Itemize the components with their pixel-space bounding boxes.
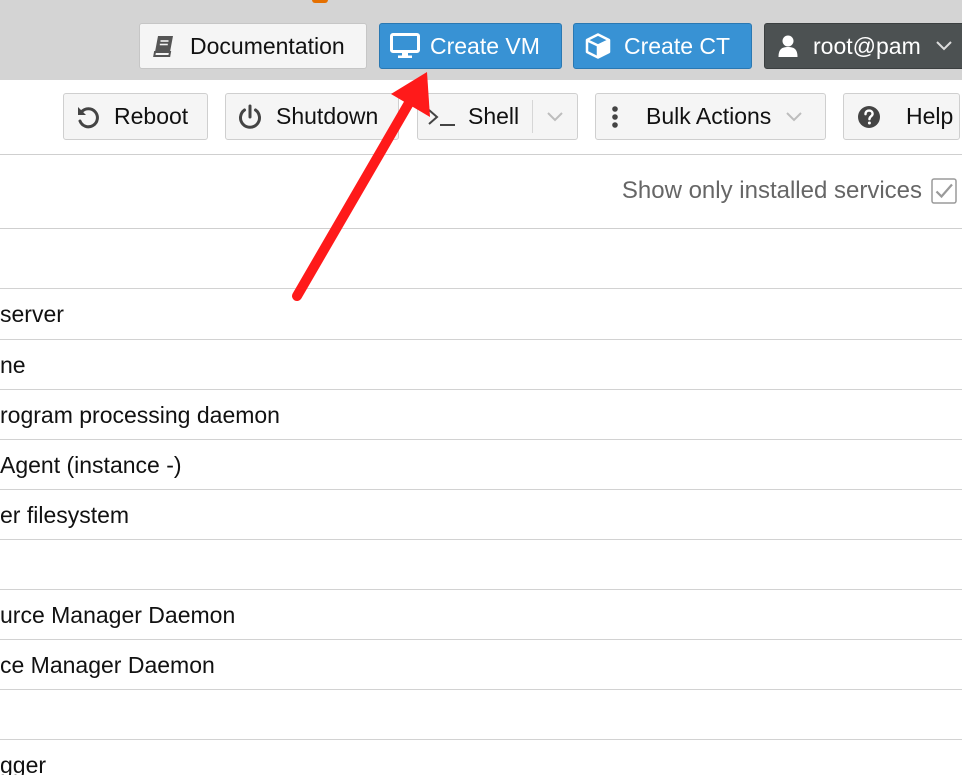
- service-row[interactable]: ce Manager Daemon: [0, 640, 962, 690]
- terminal-icon: [426, 106, 458, 128]
- reboot-button[interactable]: Reboot: [63, 93, 208, 140]
- shell-button[interactable]: Shell: [417, 93, 578, 140]
- power-icon: [236, 104, 264, 130]
- proxmox-node-services-page: Documentation Create VM Create CT root@p…: [0, 0, 962, 775]
- service-description: urce Manager Daemon: [0, 602, 236, 628]
- help-label: Help: [906, 103, 954, 129]
- service-row[interactable]: rogram processing daemon: [0, 390, 962, 440]
- cube-icon: [584, 33, 612, 59]
- service-row[interactable]: urce Manager Daemon: [0, 590, 962, 640]
- ellipsis-vertical-icon: [608, 105, 622, 129]
- question-circle-icon: [856, 105, 882, 129]
- service-row[interactable]: Agent (instance -): [0, 440, 962, 490]
- shutdown-label: Shutdown: [276, 103, 379, 129]
- documentation-label: Documentation: [190, 32, 345, 59]
- service-row[interactable]: ne: [0, 340, 962, 390]
- services-filter-row: Show only installed services: [0, 155, 962, 229]
- show-installed-checkbox[interactable]: [931, 178, 957, 204]
- bulk-actions-label: Bulk Actions: [646, 103, 772, 129]
- chevron-down-icon: [935, 40, 953, 52]
- header-accent-mark: [312, 0, 328, 3]
- node-toolbar: Reboot Shutdown Shell Bulk Actions Help: [0, 80, 962, 155]
- service-description: server: [0, 301, 64, 327]
- shell-dropdown-toggle[interactable]: [532, 100, 577, 133]
- chevron-down-icon: [785, 111, 803, 123]
- user-label: root@pam: [813, 32, 921, 59]
- user-menu-button[interactable]: root@pam: [764, 23, 962, 69]
- service-description: rogram processing daemon: [0, 402, 280, 428]
- service-row[interactable]: gger: [0, 740, 962, 775]
- service-row[interactable]: server: [0, 289, 962, 340]
- reboot-label: Reboot: [114, 103, 189, 129]
- help-button[interactable]: Help: [843, 93, 960, 140]
- create-vm-label: Create VM: [430, 32, 540, 59]
- book-icon: [150, 34, 178, 58]
- shell-label: Shell: [468, 103, 520, 129]
- service-description: gger: [0, 752, 47, 775]
- create-ct-button[interactable]: Create CT: [573, 23, 752, 69]
- documentation-button[interactable]: Documentation: [139, 23, 367, 69]
- create-vm-button[interactable]: Create VM: [379, 23, 562, 69]
- service-row[interactable]: [0, 690, 962, 740]
- user-icon: [777, 34, 799, 58]
- bulk-actions-button[interactable]: Bulk Actions: [595, 93, 826, 140]
- monitor-icon: [390, 33, 420, 59]
- service-description: ne: [0, 352, 26, 378]
- service-description: Agent (instance -): [0, 452, 182, 478]
- undo-icon: [74, 104, 102, 130]
- service-row[interactable]: er filesystem: [0, 490, 962, 540]
- show-installed-label: Show only installed services: [621, 177, 922, 204]
- service-row[interactable]: [0, 540, 962, 590]
- top-header-bar: Documentation Create VM Create CT root@p…: [0, 0, 962, 81]
- shutdown-button[interactable]: Shutdown: [225, 93, 399, 140]
- service-description: ce Manager Daemon: [0, 652, 215, 678]
- service-row[interactable]: [0, 229, 962, 289]
- create-ct-label: Create CT: [624, 32, 731, 59]
- checkbox-checked-icon: [931, 178, 957, 204]
- chevron-down-icon: [547, 111, 563, 121]
- service-description: er filesystem: [0, 502, 130, 528]
